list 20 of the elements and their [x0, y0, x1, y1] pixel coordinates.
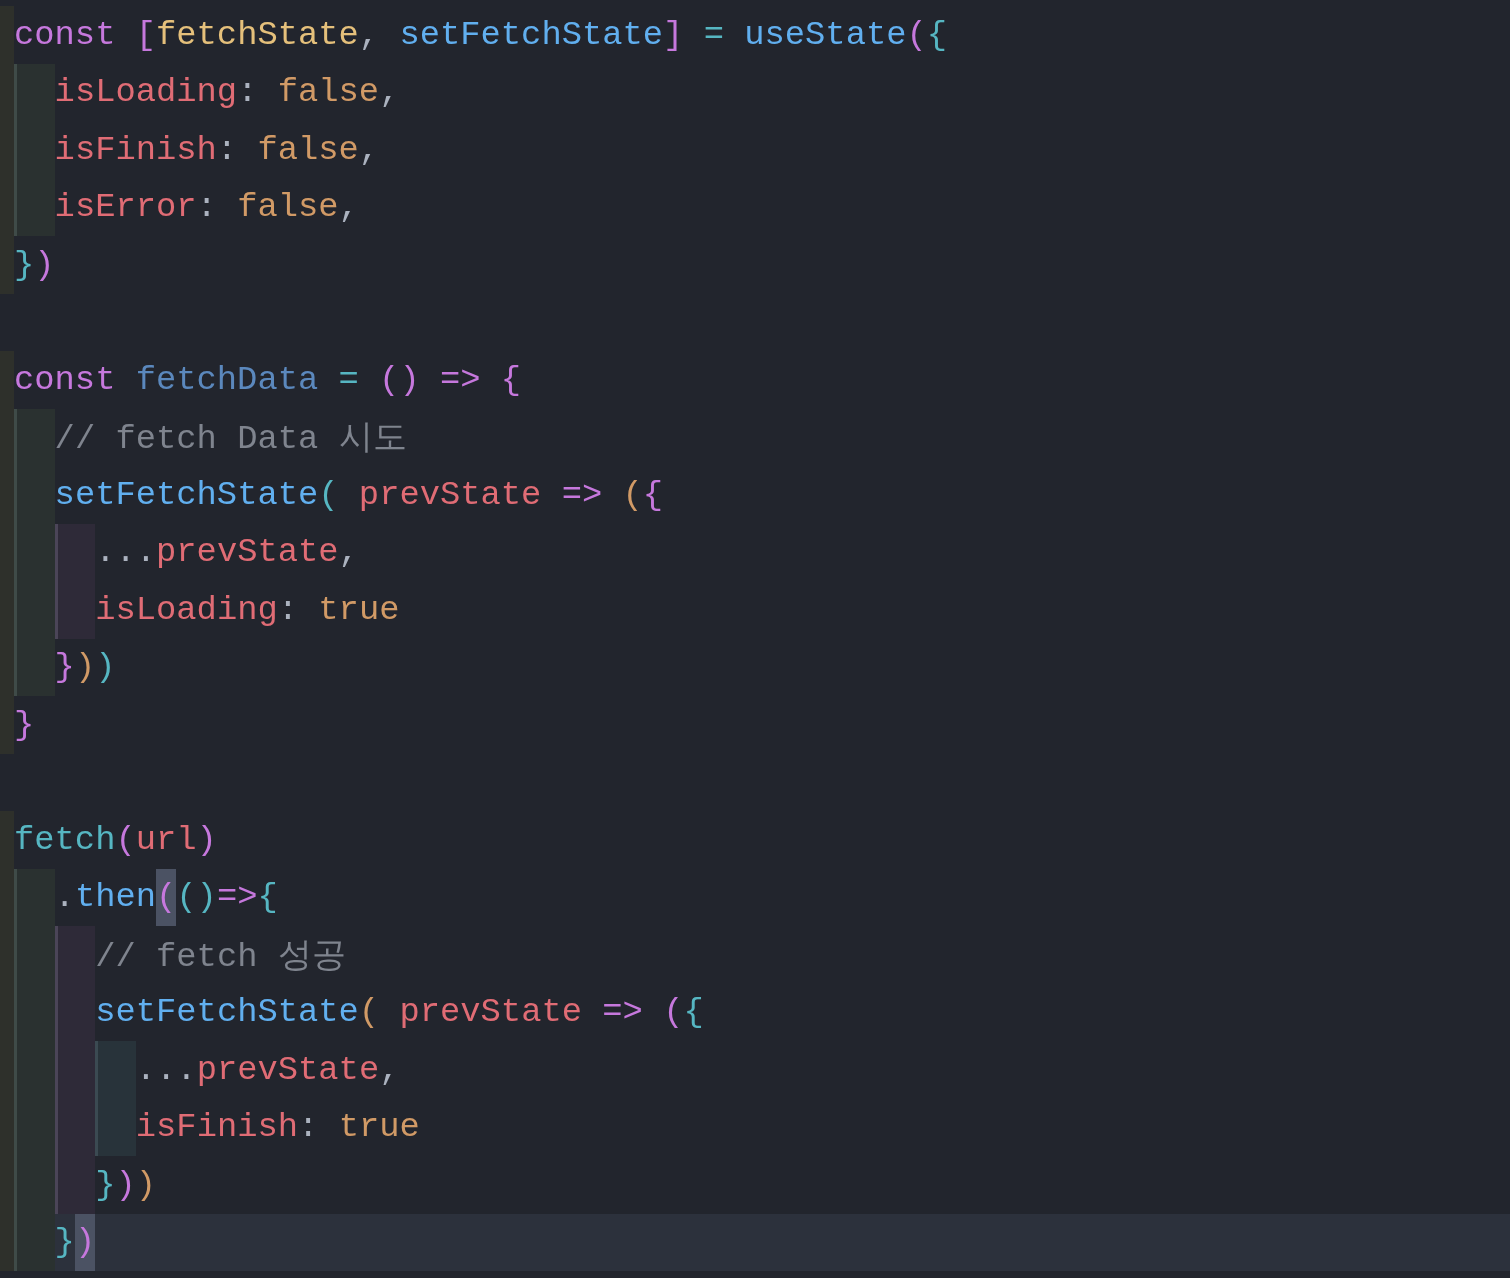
code-line: // fetch Data 시도 [14, 408, 407, 466]
code-line: })) [14, 1156, 157, 1214]
code-line: .then(()=>{ [14, 868, 278, 926]
code-line: setFetchState( prevState => ({ [14, 466, 664, 524]
code-line: const fetchData = () => { [14, 359, 522, 401]
code-line: isLoading: false, [14, 63, 400, 121]
code-line: // fetch 성공 [14, 926, 346, 984]
code-line: }) [14, 244, 55, 286]
code-line: })) [14, 638, 116, 696]
code-line: isFinish: true [14, 1098, 420, 1156]
code-line: ...prevState, [14, 523, 359, 581]
code-line: ...prevState, [14, 1041, 400, 1099]
code-line: setFetchState( prevState => ({ [14, 983, 704, 1041]
code-line: fetch(url) [14, 819, 217, 861]
code-line: isError: false, [14, 178, 359, 236]
code-line: isLoading: true [14, 581, 400, 639]
code-line: isFinish: false, [14, 121, 380, 179]
code-line: }) [14, 1213, 96, 1271]
code-line: } [14, 704, 35, 746]
code-line: const [fetchState, setFetchState] = useState({ [14, 14, 948, 56]
